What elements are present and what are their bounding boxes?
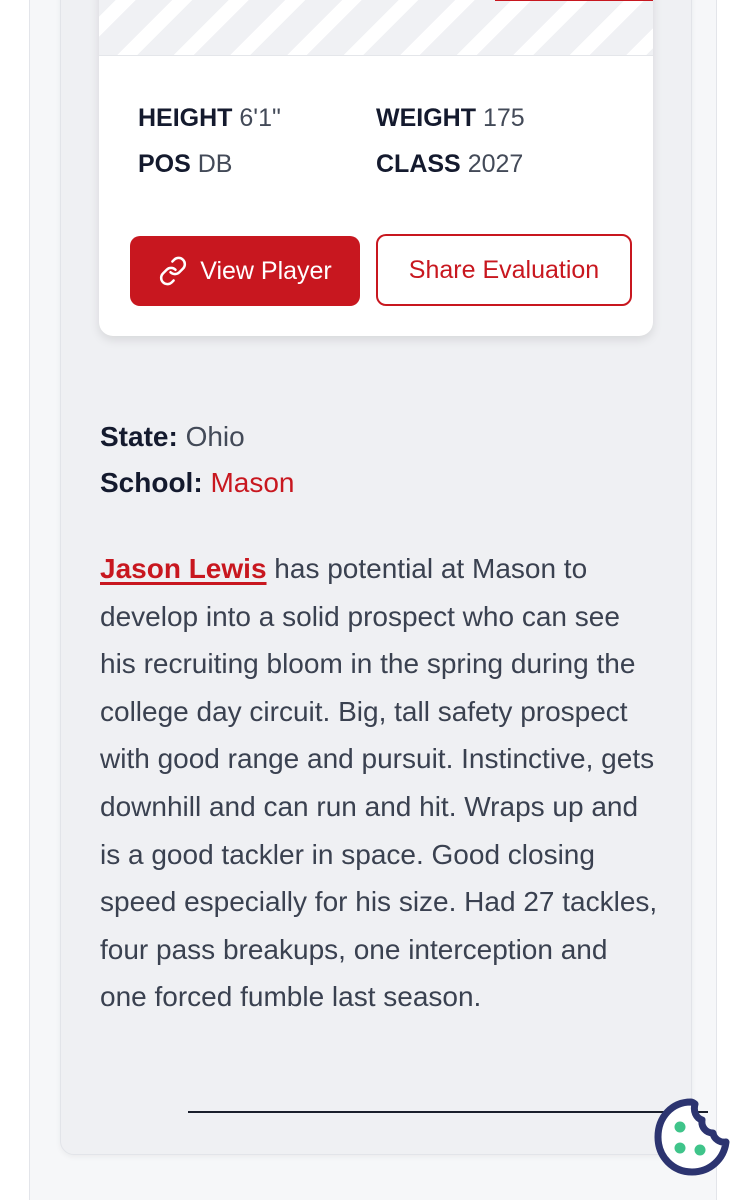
school-value: Mason — [210, 467, 295, 498]
divider-line — [188, 1111, 708, 1113]
stat-height: HEIGHT 6'1" — [138, 103, 281, 133]
cookie-icon[interactable] — [650, 1096, 732, 1178]
evaluation-body: has potential at Mason to develop into a… — [100, 553, 658, 1013]
state-label: State: — [100, 421, 178, 452]
left-gutter — [0, 0, 30, 1200]
stat-position-label: POS — [138, 150, 191, 178]
view-player-label: View Player — [200, 256, 332, 285]
stat-class-label: CLASS — [376, 150, 461, 178]
player-name-link[interactable]: Jason Lewis — [100, 553, 267, 584]
stat-weight-label: WEIGHT — [376, 104, 476, 132]
stat-position-value: DB — [197, 150, 233, 178]
player-card-header: Jason Lewis — [99, 0, 653, 56]
state-value: Ohio — [185, 421, 245, 452]
stat-position: POS DB — [138, 149, 232, 179]
stat-class: CLASS 2027 — [376, 149, 523, 179]
stat-weight: WEIGHT 175 — [376, 103, 525, 133]
stat-weight-value: 175 — [482, 104, 525, 132]
player-name: Jason Lewis — [99, 0, 653, 9]
stat-class-value: 2027 — [467, 150, 524, 178]
right-gutter — [716, 0, 752, 1200]
view-player-button[interactable]: View Player — [130, 236, 360, 306]
state-row: State: Ohio — [100, 420, 245, 454]
share-evaluation-label: Share Evaluation — [408, 255, 600, 284]
stat-height-label: HEIGHT — [138, 104, 233, 132]
link-icon — [160, 256, 187, 286]
player-card: Jason Lewis HEIGHT 6'1" WEIGHT 175 POS D… — [99, 0, 653, 336]
school-row: School: Mason — [100, 466, 295, 500]
school-label: School: — [100, 467, 203, 498]
share-evaluation-button[interactable]: Share Evaluation — [376, 234, 632, 306]
stat-height-value: 6'1" — [239, 104, 281, 132]
evaluation-text: Jason Lewis has potential at Mason to de… — [100, 545, 660, 1021]
